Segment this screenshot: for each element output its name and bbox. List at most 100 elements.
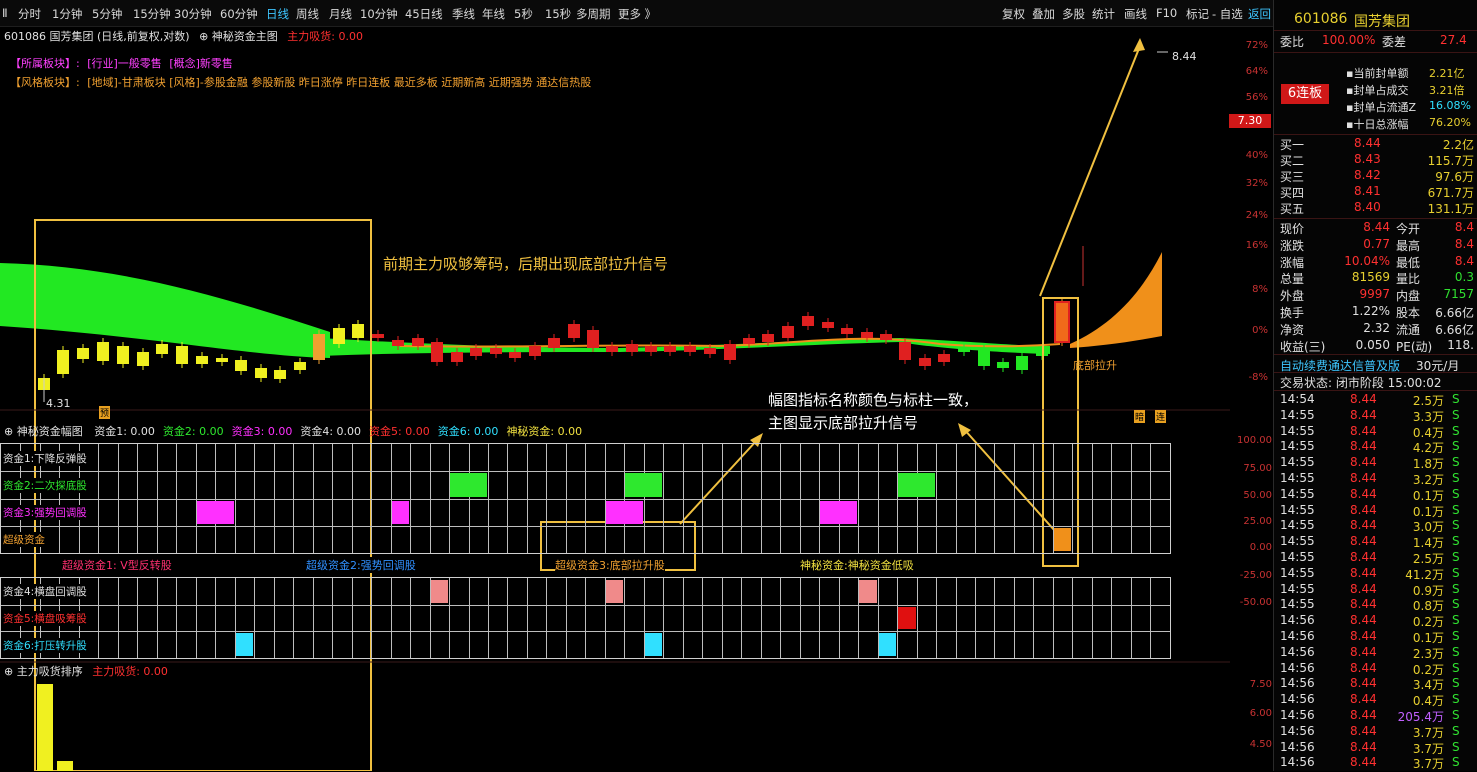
seal-row: ▪封单占成交 3.21倍 <box>1274 82 1477 98</box>
quote-title: 601086 国芳集团 <box>1274 11 1477 30</box>
stat-value: 2.32 <box>1363 320 1390 335</box>
toolbar-button[interactable]: 画线 <box>1124 6 1147 22</box>
tick-time: 14:56 <box>1280 723 1315 738</box>
tick-side: S <box>1452 739 1460 754</box>
sub1-title[interactable]: ⊕ 神秘资金幅图 <box>4 425 83 438</box>
candle <box>568 324 580 338</box>
stat-label: 收益(三) <box>1280 339 1326 354</box>
seal-value: 76.20% <box>1429 116 1471 129</box>
tick-time: 14:56 <box>1280 739 1315 754</box>
signal-block <box>644 633 663 656</box>
period-tab[interactable]: 5分钟 <box>92 6 122 22</box>
period-tab[interactable]: 10分钟 <box>360 6 398 22</box>
tick-row: 14:56 8.44 0.2万 S <box>1274 613 1477 629</box>
signal-block <box>1053 527 1072 551</box>
period-tab[interactable]: 30分钟 <box>174 6 212 22</box>
period-tab[interactable]: 多周期 <box>576 6 611 22</box>
candle <box>431 342 443 362</box>
toolbar-button[interactable]: 多股 <box>1062 6 1085 22</box>
toolbar-button[interactable]: 叠加 <box>1032 6 1055 22</box>
tick-volume: 2.5万 <box>1412 552 1444 566</box>
period-tab[interactable]: 60分钟 <box>220 6 258 22</box>
tick-price: 8.44 <box>1350 644 1377 659</box>
candle <box>294 362 306 370</box>
period-tab[interactable]: 15分钟 <box>133 6 171 22</box>
toolbar-button[interactable]: 返回 <box>1248 6 1271 22</box>
bid-row[interactable]: 买一 8.44 2.2亿 <box>1274 136 1477 152</box>
candle <box>255 368 267 378</box>
candle <box>313 334 325 360</box>
period-tab[interactable]: 45日线 <box>405 6 443 22</box>
stock-name: 国芳集团 <box>1354 14 1410 30</box>
sub1-header: ⊕ 神秘资金幅图 资金1: 0.00 资金2: 0.00 资金3: 0.00 资金4:… <box>4 423 582 439</box>
bid-price: 8.44 <box>1354 136 1381 150</box>
tick-price: 8.44 <box>1350 660 1377 675</box>
tick-time: 14:55 <box>1280 486 1315 501</box>
period-tab[interactable]: 年线 <box>482 6 505 22</box>
stat-label: 最低 <box>1396 255 1421 270</box>
seal-row: ▪封单占流通Z 16.08% <box>1274 99 1477 115</box>
bid-volume: 115.7万 <box>1427 154 1474 168</box>
bid-row[interactable]: 买二 8.43 115.7万 <box>1274 152 1477 168</box>
stat-value: 6.66亿 <box>1435 322 1474 337</box>
tick-side: S <box>1452 676 1460 691</box>
toolbar-button[interactable]: 复权 <box>1002 6 1025 22</box>
candle <box>548 338 560 348</box>
toolbar-button[interactable]: F10 <box>1156 6 1177 20</box>
tick-side: S <box>1452 581 1460 596</box>
bid-row[interactable]: 买五 8.40 131.1万 <box>1274 200 1477 216</box>
quote-panel: 601086 国芳集团 委比 100.00% 委差 27.4 6连板 ▪当前封单… <box>1273 0 1477 771</box>
period-tab[interactable]: 月线 <box>329 6 352 22</box>
tick-price: 8.44 <box>1350 455 1377 470</box>
sub2-axis-label: 7.50 <box>1249 679 1272 690</box>
sub2-bar-1 <box>37 684 53 771</box>
tick-row: 14:56 8.44 3.7万 S <box>1274 724 1477 740</box>
candle <box>509 352 521 358</box>
bid-row[interactable]: 买四 8.41 671.7万 <box>1274 184 1477 200</box>
tick-volume: 0.1万 <box>1412 631 1444 645</box>
tick-side: S <box>1452 708 1460 722</box>
period-tab[interactable]: 日线 <box>266 6 289 22</box>
signal-block <box>430 580 449 603</box>
ad-row[interactable]: 自动续费通达信普及版 30元/月 <box>1274 357 1477 373</box>
sub2-title[interactable]: ⊕ 主力吸货排序 <box>4 665 83 678</box>
grid-row-label: 资金6:打压转升股 <box>3 637 89 653</box>
bid-label: 买三 <box>1280 170 1305 184</box>
period-tab[interactable]: 1分钟 <box>52 6 82 22</box>
bid-label: 买一 <box>1280 138 1305 152</box>
signal-block <box>898 473 936 497</box>
candle <box>880 334 892 340</box>
toolbar-button[interactable]: - 自选 <box>1212 6 1243 22</box>
period-tab[interactable]: 更多 》 <box>618 6 656 22</box>
period-tab[interactable]: 5秒 <box>514 6 533 22</box>
period-tab[interactable]: Ⅱ <box>2 6 8 20</box>
signal-block <box>820 500 858 524</box>
candle <box>899 342 911 360</box>
sub1-axis-label: 25.00 <box>1243 516 1272 527</box>
tick-row: 14:56 8.44 3.7万 S <box>1274 740 1477 756</box>
tick-price: 8.44 <box>1350 423 1377 438</box>
period-tab[interactable]: 15秒 <box>545 6 571 22</box>
candle <box>762 334 774 342</box>
stat-label: 涨跌 <box>1280 238 1305 253</box>
stat-row: 涨幅 10.04% 最低 8.4 <box>1274 254 1477 270</box>
stat-value: 0.77 <box>1363 236 1390 251</box>
period-tab[interactable]: 季线 <box>452 6 475 22</box>
toolbar-button[interactable]: 统计 <box>1092 6 1115 22</box>
toolbar-button[interactable]: 标记 <box>1186 6 1209 22</box>
tick-row: 14:55 8.44 0.8万 S <box>1274 597 1477 613</box>
signal-block <box>859 580 877 603</box>
tick-volume: 0.1万 <box>1412 504 1444 519</box>
weicha-label: 委差 <box>1382 35 1407 49</box>
main-chart-canvas[interactable] <box>0 26 1273 771</box>
period-tab[interactable]: 分时 <box>18 6 41 22</box>
stat-label: 流通 <box>1396 322 1421 337</box>
tick-time: 14:55 <box>1280 502 1315 517</box>
candle <box>470 348 482 356</box>
stat-label: 今开 <box>1396 222 1421 236</box>
sub2-axis-label: 6.00 <box>1249 708 1272 719</box>
bid-row[interactable]: 买三 8.42 97.6万 <box>1274 168 1477 184</box>
period-tab[interactable]: 周线 <box>296 6 319 22</box>
stat-value: 1.22% <box>1351 304 1390 318</box>
tick-volume: 1.4万 <box>1412 536 1444 551</box>
